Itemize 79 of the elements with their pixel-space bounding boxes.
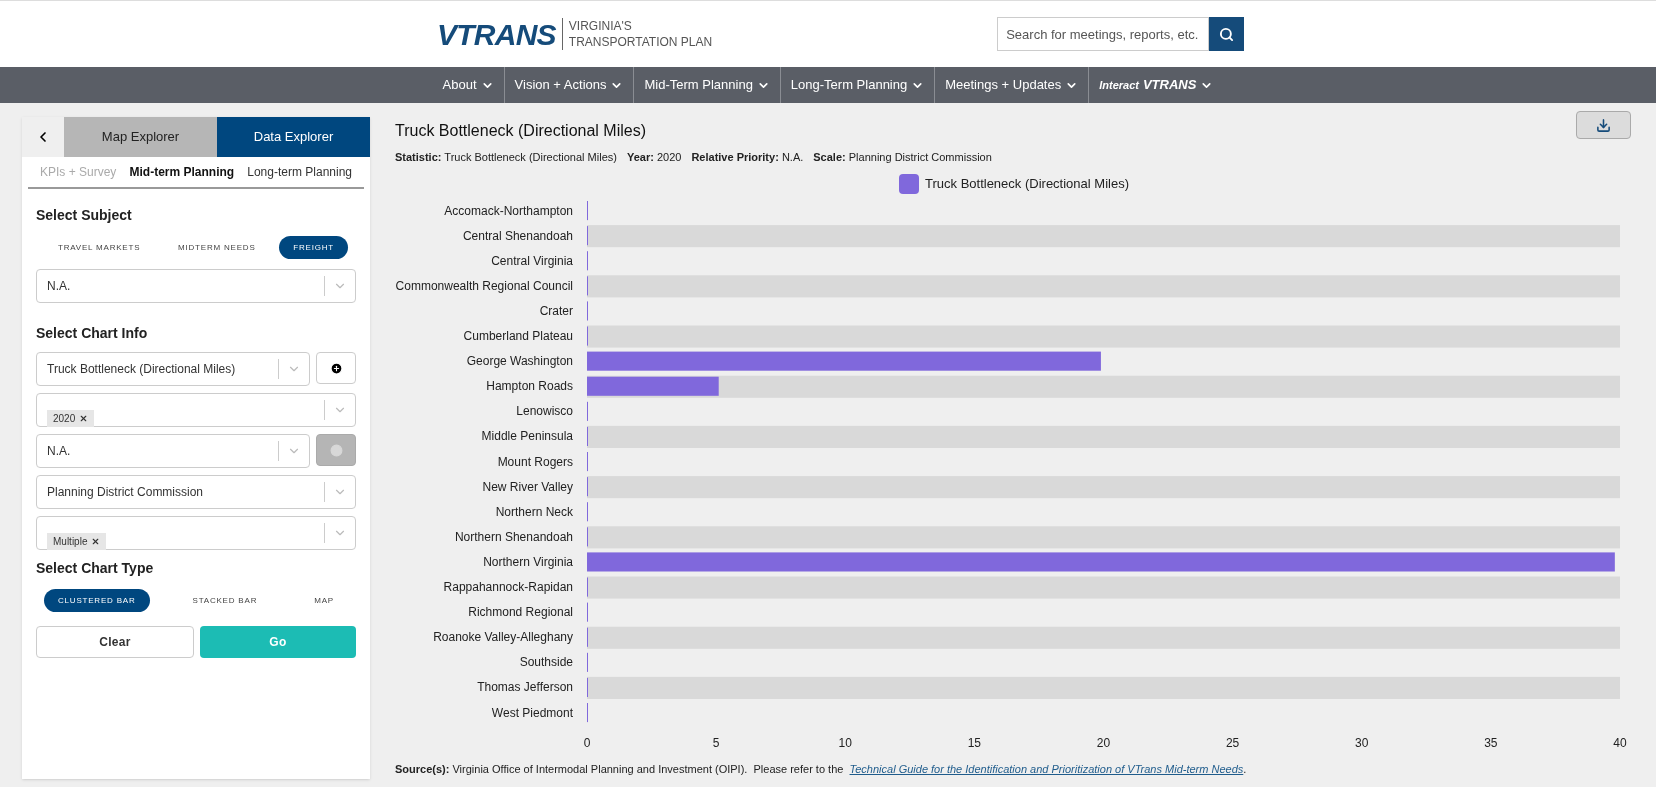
nav-menu-item[interactable]: Interact VTRANS bbox=[1088, 67, 1224, 103]
axis-tick-label: 35 bbox=[1484, 735, 1498, 750]
option-pill[interactable]: MAP bbox=[300, 589, 348, 612]
category-label: Commonwealth Regional Council bbox=[395, 278, 573, 293]
category-label: Middle Peninsula bbox=[481, 428, 573, 443]
chart-meta-text: Relative Priority: N.A. bbox=[691, 150, 804, 165]
bar[interactable] bbox=[587, 551, 1615, 571]
category-label: Central Shenandoah bbox=[462, 228, 573, 243]
option-pill[interactable]: FREIGHT bbox=[279, 236, 348, 259]
nav-menu-item[interactable]: Meetings + Updates bbox=[934, 67, 1089, 103]
dropdown-field[interactable]: N.A. bbox=[36, 269, 356, 303]
option-pill[interactable]: MIDTERM NEEDS bbox=[164, 236, 270, 259]
category-label: Thomas Jefferson bbox=[477, 679, 573, 694]
planning-tab[interactable]: Mid-term Planning bbox=[129, 163, 235, 181]
bar[interactable] bbox=[587, 376, 719, 396]
category-label: Richmond Regional bbox=[468, 604, 573, 619]
tag-chip: 2020 bbox=[47, 409, 95, 427]
section-heading: Select Subject bbox=[36, 206, 133, 225]
remove-icon[interactable] bbox=[91, 536, 101, 546]
axis-tick-label: 5 bbox=[712, 735, 720, 750]
dropdown-field[interactable]: 2020 bbox=[36, 393, 356, 427]
category-label: Southside bbox=[519, 654, 573, 669]
category-label: Northern Shenandoah bbox=[454, 529, 573, 544]
axis-tick-label: 0 bbox=[583, 735, 591, 750]
tag-chip: Multiple bbox=[47, 532, 107, 550]
dropdown-field[interactable]: Truck Bottleneck (Directional Miles) bbox=[36, 352, 310, 386]
plus-circle-icon bbox=[329, 443, 343, 457]
bar[interactable] bbox=[587, 351, 1101, 371]
category-label: Hampton Roads bbox=[486, 378, 573, 393]
category-label: West Piedmont bbox=[491, 705, 573, 720]
axis-tick-label: 10 bbox=[838, 735, 852, 750]
section-heading: Select Chart Info bbox=[36, 324, 149, 343]
planning-tab[interactable]: Long-term Planning bbox=[247, 163, 352, 181]
option-pill[interactable]: STACKED BAR bbox=[178, 589, 272, 612]
option-pill[interactable]: TRAVEL MARKETS bbox=[44, 236, 155, 259]
category-label: Cumberland Plateau bbox=[463, 328, 573, 343]
category-label: Central Virginia bbox=[491, 253, 573, 268]
add-button[interactable] bbox=[316, 352, 356, 384]
chart-title: Truck Bottleneck (Directional Miles) bbox=[395, 121, 647, 141]
section-heading: Select Chart Type bbox=[36, 559, 155, 578]
logo-subtitle: VIRGINIA'S TRANSPORTATION PLAN bbox=[568, 18, 713, 50]
search-icon bbox=[1219, 26, 1235, 42]
category-label: Accomack-Northampton bbox=[444, 203, 573, 218]
explorer-tab[interactable]: Data Explorer bbox=[217, 117, 370, 157]
axis-tick-label: 40 bbox=[1613, 735, 1627, 750]
legend-label: Truck Bottleneck (Directional Miles) bbox=[925, 174, 1129, 193]
clear-button[interactable]: Clear bbox=[36, 626, 194, 658]
download-icon bbox=[1596, 117, 1611, 133]
category-label: Mount Rogers bbox=[497, 454, 573, 469]
chart-meta-text: Statistic: Truck Bottleneck (Directional Miles) bbox=[395, 150, 617, 165]
remove-icon[interactable] bbox=[79, 413, 89, 423]
option-pill[interactable]: CLUSTERED BAR bbox=[44, 589, 150, 612]
axis-tick-label: 25 bbox=[1225, 735, 1240, 750]
category-label: Lenowisco bbox=[516, 403, 573, 418]
category-label: New River Valley bbox=[482, 479, 573, 494]
category-label: Rappahannock-Rapidan bbox=[443, 579, 573, 594]
axis-tick-label: 30 bbox=[1355, 735, 1369, 750]
source-note: Source(s): Virginia Office of Intermodal Planning and Investment (OIPI). Please refer to the Technical Guide for the Identification and Prioritization of VTrans Mid-term Needs. bbox=[395, 761, 1247, 777]
download-button[interactable] bbox=[1576, 111, 1631, 139]
axis-tick-label: 15 bbox=[967, 735, 982, 750]
search-button[interactable] bbox=[1209, 17, 1245, 51]
search-field[interactable]: Search for meetings, reports, etc. bbox=[997, 17, 1210, 51]
category-label: George Washington bbox=[466, 353, 573, 368]
nav-menu-item[interactable]: Long-Term Planning bbox=[779, 67, 935, 103]
category-label: Northern Neck bbox=[495, 504, 573, 519]
dropdown-field[interactable]: Multiple bbox=[36, 516, 356, 550]
explorer-tab[interactable]: Map Explorer bbox=[64, 117, 217, 157]
logo[interactable]: VTRANS bbox=[437, 11, 556, 57]
axis-tick-label: 20 bbox=[1096, 735, 1111, 750]
plus-circle-icon bbox=[329, 361, 343, 375]
nav-menu-item[interactable]: Mid-Term Planning bbox=[633, 67, 780, 103]
category-label: Roanoke Valley-Alleghany bbox=[433, 629, 573, 644]
category-label: Crater bbox=[539, 303, 573, 318]
nav-menu-item[interactable]: About bbox=[432, 67, 504, 103]
nav-menu-item[interactable]: Vision + Actions bbox=[503, 67, 634, 103]
category-label: Northern Virginia bbox=[483, 554, 573, 569]
chart-meta-text: Year: 2020 bbox=[626, 150, 682, 165]
dropdown-field[interactable]: Planning District Commission bbox=[36, 475, 356, 509]
chart-meta-text: Scale: Planning District Commission bbox=[813, 150, 992, 165]
